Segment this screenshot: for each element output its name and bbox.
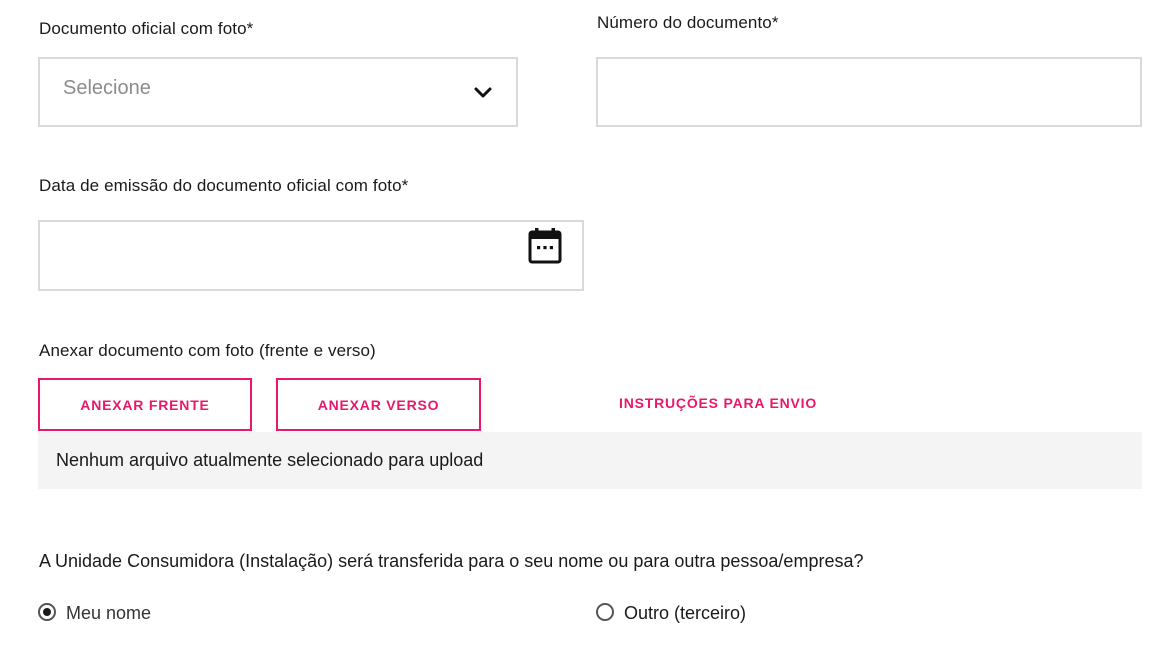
document-number-input[interactable]	[596, 57, 1142, 127]
upload-status-text: Nenhum arquivo atualmente selecionado pa…	[56, 450, 484, 470]
radio-outro-terceiro[interactable]	[596, 603, 614, 621]
upload-instructions-link[interactable]: INSTRUÇÕES PARA ENVIO	[619, 395, 817, 411]
document-type-placeholder: Selecione	[63, 77, 151, 99]
transfer-question: A Unidade Consumidora (Instalação) será …	[39, 551, 864, 571]
radio-outro-terceiro-label[interactable]: Outro (terceiro)	[624, 603, 746, 624]
attach-front-button[interactable]: ANEXAR FRENTE	[38, 378, 252, 431]
document-type-select[interactable]: Selecione	[38, 57, 518, 127]
document-type-label: Documento oficial com foto*	[39, 19, 254, 38]
issue-date-input[interactable]	[38, 220, 584, 291]
calendar-icon[interactable]	[528, 227, 562, 265]
upload-status: Nenhum arquivo atualmente selecionado pa…	[38, 432, 1142, 489]
document-number-label: Número do documento*	[597, 13, 779, 32]
issue-date-label: Data de emissão do documento oficial com…	[39, 176, 409, 195]
chevron-down-icon	[474, 87, 492, 98]
attachments-label: Anexar documento com foto (frente e vers…	[39, 341, 376, 360]
radio-meu-nome-label[interactable]: Meu nome	[66, 603, 151, 624]
attach-back-button[interactable]: ANEXAR VERSO	[276, 378, 481, 431]
radio-meu-nome[interactable]	[38, 603, 56, 621]
